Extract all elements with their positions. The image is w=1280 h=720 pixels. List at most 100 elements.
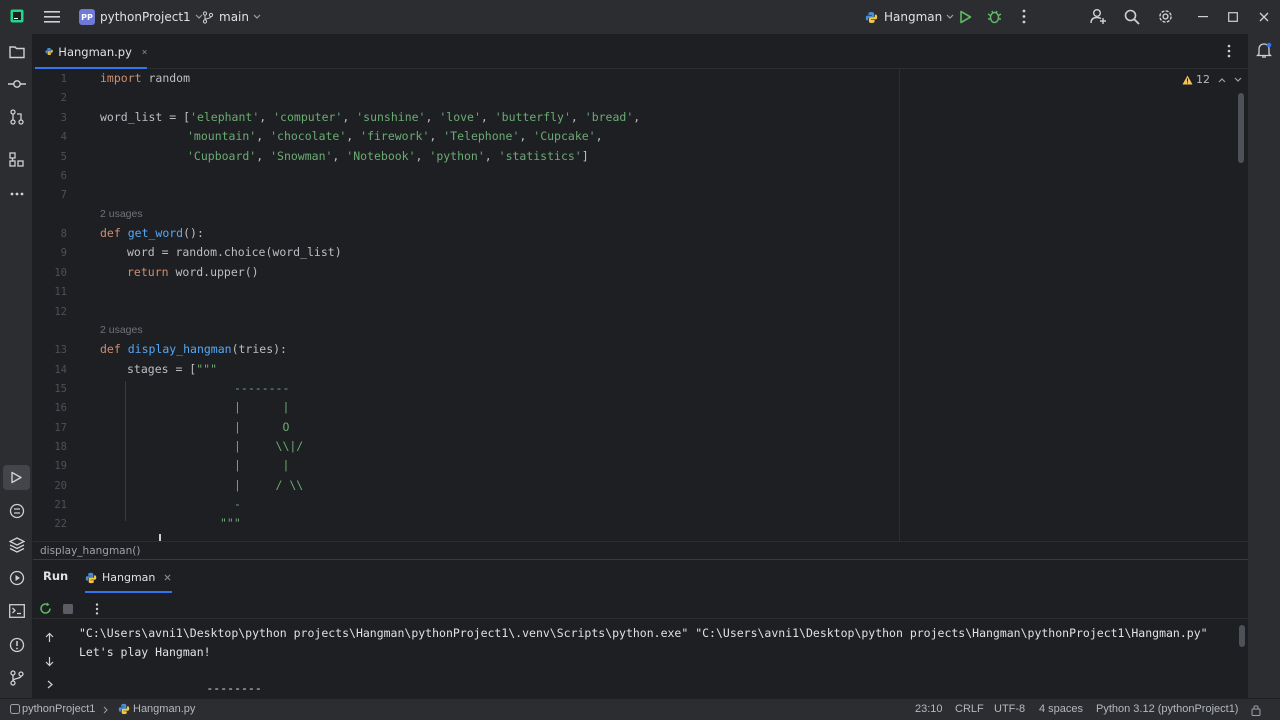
line-number: 16 xyxy=(54,402,67,414)
tab-hangman-py[interactable]: Hangman.py xyxy=(35,34,147,69)
run-config-selector[interactable]: Hangman xyxy=(865,0,954,34)
version-control-icon[interactable] xyxy=(7,668,26,687)
more-actions-icon[interactable] xyxy=(1022,9,1026,24)
usages-hint[interactable]: 2 usages xyxy=(100,324,143,336)
expand-chevron-icon[interactable] xyxy=(47,680,53,689)
breadcrumb-item[interactable]: display_hangman() xyxy=(40,545,140,557)
main-menu-icon[interactable] xyxy=(44,10,60,24)
code-line-14: stages = [""" xyxy=(127,362,218,376)
module-icon xyxy=(10,704,20,714)
add-user-icon[interactable] xyxy=(1090,8,1107,25)
code-line-1: import random xyxy=(100,71,191,85)
line-number: 4 xyxy=(60,131,67,143)
python-packages-icon[interactable] xyxy=(7,535,26,554)
line-number: 6 xyxy=(60,170,67,182)
run-more-icon[interactable] xyxy=(95,603,99,615)
chevron-down-icon[interactable] xyxy=(1234,77,1242,83)
close-tab-icon[interactable] xyxy=(164,574,171,581)
settings-gear-icon[interactable] xyxy=(1157,8,1174,25)
structure-icon[interactable] xyxy=(7,150,26,169)
usages-hint[interactable]: 2 usages xyxy=(100,208,143,220)
more-tools-icon[interactable] xyxy=(7,184,26,203)
code-line-9: word = random.choice(word_list) xyxy=(127,245,342,259)
left-tool-strip xyxy=(0,34,33,698)
problems-icon[interactable] xyxy=(7,635,26,654)
status-bar: pythonProject1 Hangman.py 23:10 CRLF UTF… xyxy=(0,698,1280,720)
maximize-icon[interactable] xyxy=(1228,12,1238,22)
services-icon[interactable] xyxy=(7,568,26,587)
line-number: 1 xyxy=(60,73,67,85)
python-file-icon xyxy=(45,47,53,56)
debug-button[interactable] xyxy=(987,9,1002,24)
run-tool-window: Run Hangman "C:\Users\avni1\Desktop\pyth… xyxy=(33,559,1248,698)
line-number: 19 xyxy=(54,460,67,472)
code-line-15: -------- xyxy=(234,381,290,395)
line-number: 11 xyxy=(54,286,67,298)
code-line-21: - xyxy=(234,497,241,511)
code-line-10: return word.upper() xyxy=(127,265,259,279)
status-line-separator[interactable]: CRLF xyxy=(955,703,984,715)
status-cursor-position[interactable]: 23:10 xyxy=(915,703,943,715)
app-logo-icon[interactable] xyxy=(10,9,24,23)
scroll-up-icon[interactable] xyxy=(45,632,54,643)
breadcrumb: display_hangman() xyxy=(33,541,1248,559)
code-line-13: def display_hangman(tries): xyxy=(100,342,287,356)
line-number: 22 xyxy=(54,518,67,530)
warnings-indicator[interactable]: 12 xyxy=(1182,73,1242,86)
run-tab-hangman[interactable]: Hangman xyxy=(85,563,172,592)
stop-icon[interactable] xyxy=(63,604,73,614)
python-file-icon xyxy=(118,703,130,715)
python-file-icon xyxy=(85,572,97,583)
line-number: 3 xyxy=(60,112,67,124)
code-line-5: 'Cupboard', 'Snowman', 'Notebook', 'pyth… xyxy=(187,149,589,163)
commit-icon[interactable] xyxy=(7,74,26,93)
scroll-down-icon[interactable] xyxy=(45,656,54,667)
project-name: pythonProject1 xyxy=(100,10,191,24)
play-icon xyxy=(960,10,972,24)
terminal-icon[interactable] xyxy=(7,601,26,620)
notifications-bell-icon[interactable] xyxy=(1256,42,1272,59)
line-number: 12 xyxy=(54,306,67,318)
branch-name: main xyxy=(219,10,249,24)
chevron-right-icon xyxy=(103,706,108,714)
right-tool-strip xyxy=(1248,34,1280,698)
branch-selector[interactable]: main xyxy=(202,0,261,34)
python-console-icon[interactable] xyxy=(7,501,26,520)
project-badge: PP xyxy=(79,9,95,25)
pull-requests-icon[interactable] xyxy=(7,107,26,126)
status-encoding[interactable]: UTF-8 xyxy=(994,703,1025,715)
status-project[interactable]: pythonProject1 xyxy=(22,703,95,715)
close-tab-icon[interactable] xyxy=(142,48,147,56)
code-line-22: """ xyxy=(220,516,241,530)
line-number: 18 xyxy=(54,441,67,453)
tab-options-icon[interactable] xyxy=(1227,44,1231,58)
code-line-4: 'mountain', 'chocolate', 'firework', 'Te… xyxy=(187,129,603,143)
run-tool-button[interactable] xyxy=(3,465,30,490)
project-selector[interactable]: PP pythonProject1 xyxy=(79,0,203,34)
indent-guide xyxy=(125,381,126,521)
line-number: 17 xyxy=(54,422,67,434)
console-scrollbar-thumb[interactable] xyxy=(1239,625,1245,647)
code-editor[interactable]: 1 2 3 4 5 6 7 8 9 10 11 12 13 14 15 16 1… xyxy=(33,69,1248,541)
status-indent[interactable]: 4 spaces xyxy=(1039,703,1083,715)
project-folder-icon[interactable] xyxy=(7,42,26,61)
search-icon[interactable] xyxy=(1124,9,1140,25)
rerun-icon[interactable] xyxy=(39,602,52,615)
editor-tab-bar: Hangman.py xyxy=(33,34,1248,69)
text-caret xyxy=(159,534,161,541)
warning-count: 12 xyxy=(1196,73,1210,86)
status-file[interactable]: Hangman.py xyxy=(133,703,195,715)
run-panel-title: Run xyxy=(43,569,69,583)
minimize-icon[interactable] xyxy=(1198,16,1208,18)
close-window-icon[interactable] xyxy=(1259,12,1269,22)
status-interpreter[interactable]: Python 3.12 (pythonProject1) xyxy=(1096,703,1238,715)
run-toolbar-divider xyxy=(33,618,1248,619)
editor-scrollbar-thumb[interactable] xyxy=(1238,93,1244,163)
line-number: 14 xyxy=(54,364,67,376)
chevron-up-icon[interactable] xyxy=(1218,77,1226,83)
status-lock-icon[interactable] xyxy=(1251,704,1261,716)
run-button[interactable] xyxy=(959,10,972,24)
console-line: -------- xyxy=(151,686,262,694)
run-tool-icon xyxy=(11,471,22,484)
active-run-tab-indicator xyxy=(85,591,172,593)
